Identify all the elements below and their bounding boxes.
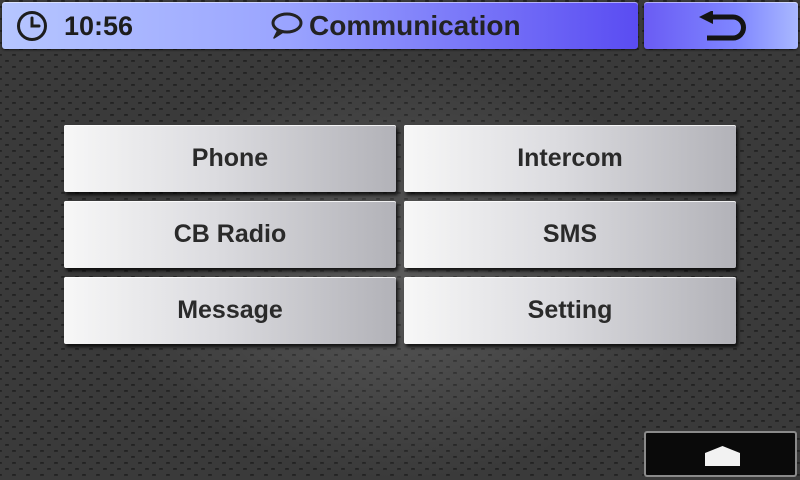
cb-radio-button[interactable]: CB Radio (64, 201, 396, 268)
back-button[interactable] (644, 2, 798, 49)
clock-time: 10:56 (64, 11, 134, 41)
setting-button[interactable]: Setting (404, 277, 736, 344)
header-bar: 10:56 Communication (2, 2, 638, 49)
sms-button-label: SMS (542, 220, 598, 248)
message-button-label: Message (177, 296, 283, 324)
message-button[interactable]: Message (64, 277, 396, 344)
home-icon (705, 446, 740, 466)
cb-radio-button-label: CB Radio (173, 220, 287, 248)
chat-bubble-icon (271, 12, 303, 39)
intercom-button[interactable]: Intercom (404, 125, 736, 192)
title-group: Communication (270, 10, 521, 42)
sms-button[interactable]: SMS (404, 201, 736, 268)
back-arrow-icon (699, 11, 746, 41)
setting-button-label: Setting (527, 296, 613, 324)
communication-screen: 10:56 Communication Phone Intercom CB Ra… (0, 0, 800, 480)
phone-button[interactable]: Phone (64, 125, 396, 192)
home-button[interactable] (644, 431, 797, 477)
clock-icon (17, 11, 47, 41)
intercom-button-label: Intercom (517, 144, 623, 172)
phone-button-label: Phone (191, 144, 269, 172)
page-title: Communication (309, 10, 521, 41)
